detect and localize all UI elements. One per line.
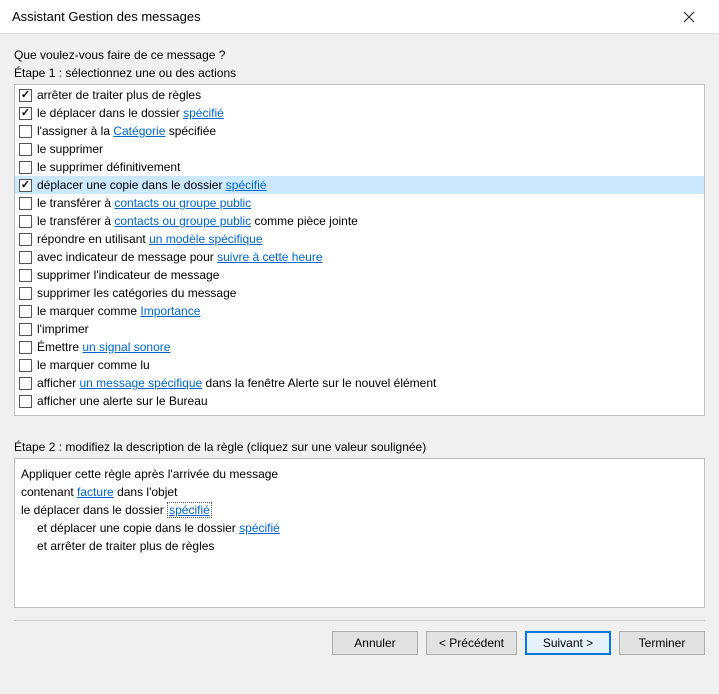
action-row[interactable]: le marquer comme Importance — [15, 302, 704, 320]
action-label: supprimer les catégories du message — [37, 286, 236, 300]
desc-line-move: le déplacer dans le dossier spécifié — [21, 501, 698, 519]
desc-link-move-folder[interactable]: spécifié — [167, 502, 212, 518]
action-row[interactable]: le transférer à contacts ou groupe publi… — [15, 194, 704, 212]
action-row[interactable]: répondre en utilisant un modèle spécifiq… — [15, 230, 704, 248]
action-row[interactable]: le déplacer dans le dossier spécifié — [15, 104, 704, 122]
desc-link-copy-folder[interactable]: spécifié — [239, 521, 280, 535]
action-row[interactable]: le marquer comme lu — [15, 356, 704, 374]
action-checkbox[interactable] — [19, 89, 32, 102]
rule-description-box: Appliquer cette règle après l'arrivée du… — [14, 458, 705, 608]
action-label: le transférer à contacts ou groupe publi… — [37, 196, 251, 210]
action-label: Émettre un signal sonore — [37, 340, 170, 354]
desc-line-apply: Appliquer cette règle après l'arrivée du… — [21, 465, 698, 483]
action-row[interactable]: afficher un message spécifique dans la f… — [15, 374, 704, 392]
wizard-footer: Annuler < Précédent Suivant > Terminer — [0, 621, 719, 665]
action-label: le transférer à contacts ou groupe publi… — [37, 214, 358, 228]
action-row[interactable]: avec indicateur de message pour suivre à… — [15, 248, 704, 266]
action-checkbox[interactable] — [19, 359, 32, 372]
action-label: avec indicateur de message pour suivre à… — [37, 250, 323, 264]
titlebar: Assistant Gestion des messages — [0, 0, 719, 34]
action-link[interactable]: Catégorie — [113, 124, 165, 138]
action-label: afficher une alerte sur le Bureau — [37, 394, 208, 408]
action-checkbox[interactable] — [19, 179, 32, 192]
action-checkbox[interactable] — [19, 215, 32, 228]
action-row[interactable]: le transférer à contacts ou groupe publi… — [15, 212, 704, 230]
action-link[interactable]: un signal sonore — [82, 340, 170, 354]
action-checkbox[interactable] — [19, 251, 32, 264]
action-checkbox[interactable] — [19, 269, 32, 282]
action-row[interactable]: afficher une alerte sur le Bureau — [15, 392, 704, 410]
action-label: afficher un message spécifique dans la f… — [37, 376, 436, 390]
action-label: le supprimer définitivement — [37, 160, 180, 174]
action-checkbox[interactable] — [19, 233, 32, 246]
step1-label: Étape 1 : sélectionnez une ou des action… — [14, 66, 705, 80]
wizard-content: Que voulez-vous faire de ce message ? Ét… — [0, 34, 719, 608]
cancel-button[interactable]: Annuler — [332, 631, 418, 655]
next-button[interactable]: Suivant > — [525, 631, 611, 655]
action-checkbox[interactable] — [19, 287, 32, 300]
action-row[interactable]: l'imprimer — [15, 320, 704, 338]
action-checkbox[interactable] — [19, 305, 32, 318]
action-checkbox[interactable] — [19, 143, 32, 156]
desc-link-subject-value[interactable]: facture — [77, 485, 114, 499]
action-label: répondre en utilisant un modèle spécifiq… — [37, 232, 263, 246]
action-checkbox[interactable] — [19, 197, 32, 210]
action-row[interactable]: arrêter de traiter plus de règles — [15, 86, 704, 104]
action-checkbox[interactable] — [19, 323, 32, 336]
action-link[interactable]: un modèle spécifique — [149, 232, 262, 246]
action-label: le déplacer dans le dossier spécifié — [37, 106, 224, 120]
close-icon[interactable] — [669, 2, 709, 32]
action-link[interactable]: contacts ou groupe public — [114, 214, 251, 228]
action-label: déplacer une copie dans le dossier spéci… — [37, 178, 266, 192]
desc-line-stop: et arrêter de traiter plus de règles — [21, 537, 698, 555]
action-label: arrêter de traiter plus de règles — [37, 88, 201, 102]
action-checkbox[interactable] — [19, 161, 32, 174]
action-label: le supprimer — [37, 142, 103, 156]
action-checkbox[interactable] — [19, 341, 32, 354]
action-checkbox[interactable] — [19, 377, 32, 390]
action-row[interactable]: supprimer l'indicateur de message — [15, 266, 704, 284]
action-link[interactable]: spécifié — [183, 106, 224, 120]
window-title: Assistant Gestion des messages — [12, 9, 669, 24]
desc-line-copy: et déplacer une copie dans le dossier sp… — [21, 519, 698, 537]
action-link[interactable]: spécifié — [226, 178, 267, 192]
action-row[interactable]: supprimer les catégories du message — [15, 284, 704, 302]
action-label: l'imprimer — [37, 322, 89, 336]
action-label: l'assigner à la Catégorie spécifiée — [37, 124, 216, 138]
action-link[interactable]: un message spécifique — [79, 376, 202, 390]
step2-label: Étape 2 : modifiez la description de la … — [14, 440, 705, 454]
action-row[interactable]: déplacer une copie dans le dossier spéci… — [15, 176, 704, 194]
action-link[interactable]: Importance — [140, 304, 200, 318]
action-label: le marquer comme lu — [37, 358, 150, 372]
action-label: supprimer l'indicateur de message — [37, 268, 219, 282]
action-link[interactable]: contacts ou groupe public — [114, 196, 251, 210]
action-link[interactable]: suivre à cette heure — [217, 250, 322, 264]
action-checkbox[interactable] — [19, 395, 32, 408]
action-row[interactable]: l'assigner à la Catégorie spécifiée — [15, 122, 704, 140]
action-checkbox[interactable] — [19, 125, 32, 138]
back-button[interactable]: < Précédent — [426, 631, 517, 655]
wizard-question: Que voulez-vous faire de ce message ? — [14, 48, 705, 62]
desc-line-condition: contenant facture dans l'objet — [21, 483, 698, 501]
finish-button[interactable]: Terminer — [619, 631, 705, 655]
action-label: le marquer comme Importance — [37, 304, 200, 318]
action-row[interactable]: le supprimer — [15, 140, 704, 158]
action-checkbox[interactable] — [19, 107, 32, 120]
actions-list[interactable]: arrêter de traiter plus de règles le dépl… — [14, 84, 705, 416]
action-row[interactable]: Émettre un signal sonore — [15, 338, 704, 356]
action-row[interactable]: le supprimer définitivement — [15, 158, 704, 176]
